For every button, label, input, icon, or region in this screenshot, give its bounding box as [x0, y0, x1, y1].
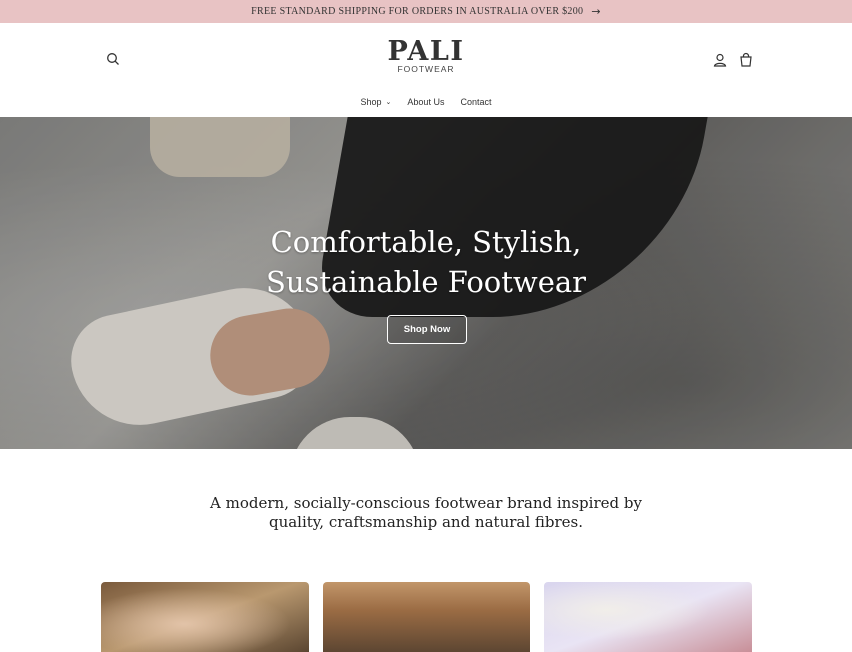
hero-title: Comfortable, Stylish, Sustainable Footwe…: [0, 222, 852, 302]
nav-item-shop[interactable]: Shop ⌄: [361, 97, 392, 107]
tagline-line: A modern, socially-conscious footwear br…: [210, 494, 642, 512]
nav-item-label: Contact: [460, 97, 492, 107]
brand-tagline: A modern, socially-conscious footwear br…: [180, 494, 672, 532]
announcement-text: FREE STANDARD SHIPPING FOR ORDERS IN AUS…: [251, 6, 584, 17]
site-logo[interactable]: PALI FOOTWEAR: [380, 36, 472, 75]
announcement-bar[interactable]: FREE STANDARD SHIPPING FOR ORDERS IN AUS…: [0, 0, 852, 23]
hero-banner: Comfortable, Stylish, Sustainable Footwe…: [0, 117, 852, 449]
account-button[interactable]: [712, 52, 728, 68]
collection-card[interactable]: [322, 582, 531, 652]
nav-item-label: About Us: [407, 97, 445, 107]
cart-button[interactable]: [738, 52, 754, 68]
hero-title-line: Sustainable Footwear: [265, 265, 587, 299]
cart-icon: [740, 52, 752, 67]
shop-now-button[interactable]: Shop Now: [387, 315, 467, 344]
arrow-right-icon: →: [591, 5, 601, 18]
logo-brand: PALI: [387, 36, 465, 67]
user-icon: [713, 53, 727, 67]
search-button[interactable]: [105, 51, 121, 67]
tagline-line: quality, craftsmanship and natural fibre…: [268, 513, 584, 531]
nav-item-about[interactable]: About Us: [407, 97, 444, 107]
nav-item-label: Shop: [360, 97, 382, 107]
nav-item-contact[interactable]: Contact: [460, 97, 491, 107]
collection-card[interactable]: [544, 582, 753, 652]
hero-title-line: Comfortable, Stylish,: [270, 225, 582, 259]
collection-card[interactable]: [101, 582, 309, 652]
main-nav: Shop ⌄ About Us Contact: [0, 97, 852, 107]
search-icon: [107, 53, 119, 65]
site-header: PALI FOOTWEAR Shop ⌄ About Us Contact: [0, 23, 852, 118]
chevron-down-icon: ⌄: [385, 99, 392, 106]
collection-cards: [101, 582, 753, 652]
